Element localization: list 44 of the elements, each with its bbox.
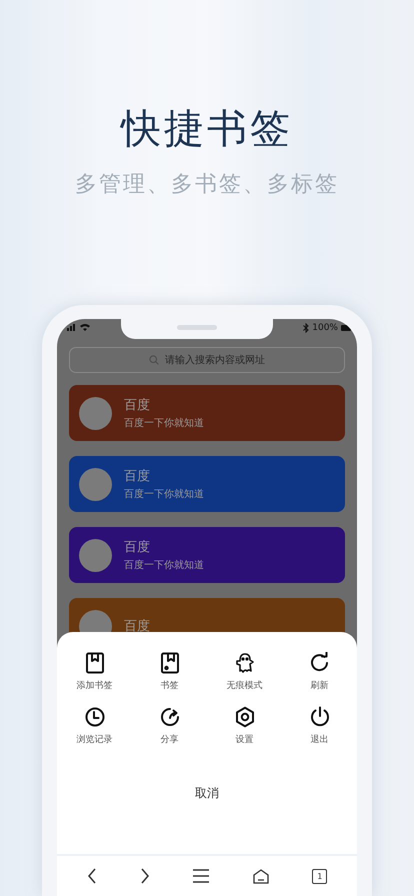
site-avatar (79, 396, 112, 430)
menu-item[interactable]: 书签 (132, 652, 207, 692)
bookmark-description: 百度一下你就知道 (124, 416, 204, 430)
menu-item[interactable]: 分享 (132, 706, 207, 746)
power-icon (308, 706, 330, 728)
bookmark-card[interactable]: 百度 百度一下你就知道 (69, 527, 345, 583)
bookmark-description: 百度一下你就知道 (124, 558, 204, 572)
site-avatar (79, 468, 112, 500)
menu-item[interactable]: 添加书签 (57, 652, 132, 692)
search-icon (149, 355, 159, 365)
ghost-icon (234, 652, 256, 674)
menu-icon[interactable] (193, 869, 210, 883)
home-icon[interactable] (252, 868, 269, 884)
bookmark-title: 百度 (124, 397, 151, 414)
cancel-button[interactable]: 取消 (185, 781, 229, 806)
menu-item[interactable]: 退出 (282, 706, 357, 746)
battery-icon (340, 325, 351, 331)
bookmark-title: 百度 (124, 468, 151, 485)
search-field[interactable]: 请输入搜索内容或网址 (69, 347, 345, 373)
bookmark-title: 百度 (124, 539, 151, 556)
bookmark-card[interactable]: 百度 百度一下你就知道 (69, 385, 345, 441)
back-icon[interactable] (86, 868, 97, 884)
headline: 快捷书签 (121, 105, 293, 154)
menu-item[interactable]: 设置 (207, 706, 282, 746)
battery-percent: 100% (312, 323, 338, 333)
bookmark-title: 百度 (124, 618, 150, 635)
wifi-icon (80, 323, 90, 331)
settings-icon (234, 706, 256, 728)
menu-item[interactable]: 刷新 (282, 652, 357, 692)
site-avatar (79, 538, 112, 572)
bookmark-add-icon (84, 652, 106, 674)
bookmark-description: 百度一下你就知道 (124, 488, 204, 501)
bluetooth-icon (303, 323, 310, 333)
signal-icon (67, 323, 77, 331)
bookmark-icon (158, 652, 180, 674)
tagline: 多管理、多书签、多标签 (75, 171, 339, 199)
refresh-icon (308, 652, 330, 674)
clock-icon (84, 706, 106, 728)
tabs-button[interactable]: 1 (312, 868, 328, 884)
share-icon (158, 706, 180, 728)
menu-item[interactable]: 浏览记录 (57, 706, 132, 746)
forward-icon[interactable] (140, 868, 150, 884)
menu-item[interactable]: 无痕模式 (207, 652, 282, 692)
bookmark-card[interactable]: 百度 百度一下你就知道 (69, 456, 345, 512)
